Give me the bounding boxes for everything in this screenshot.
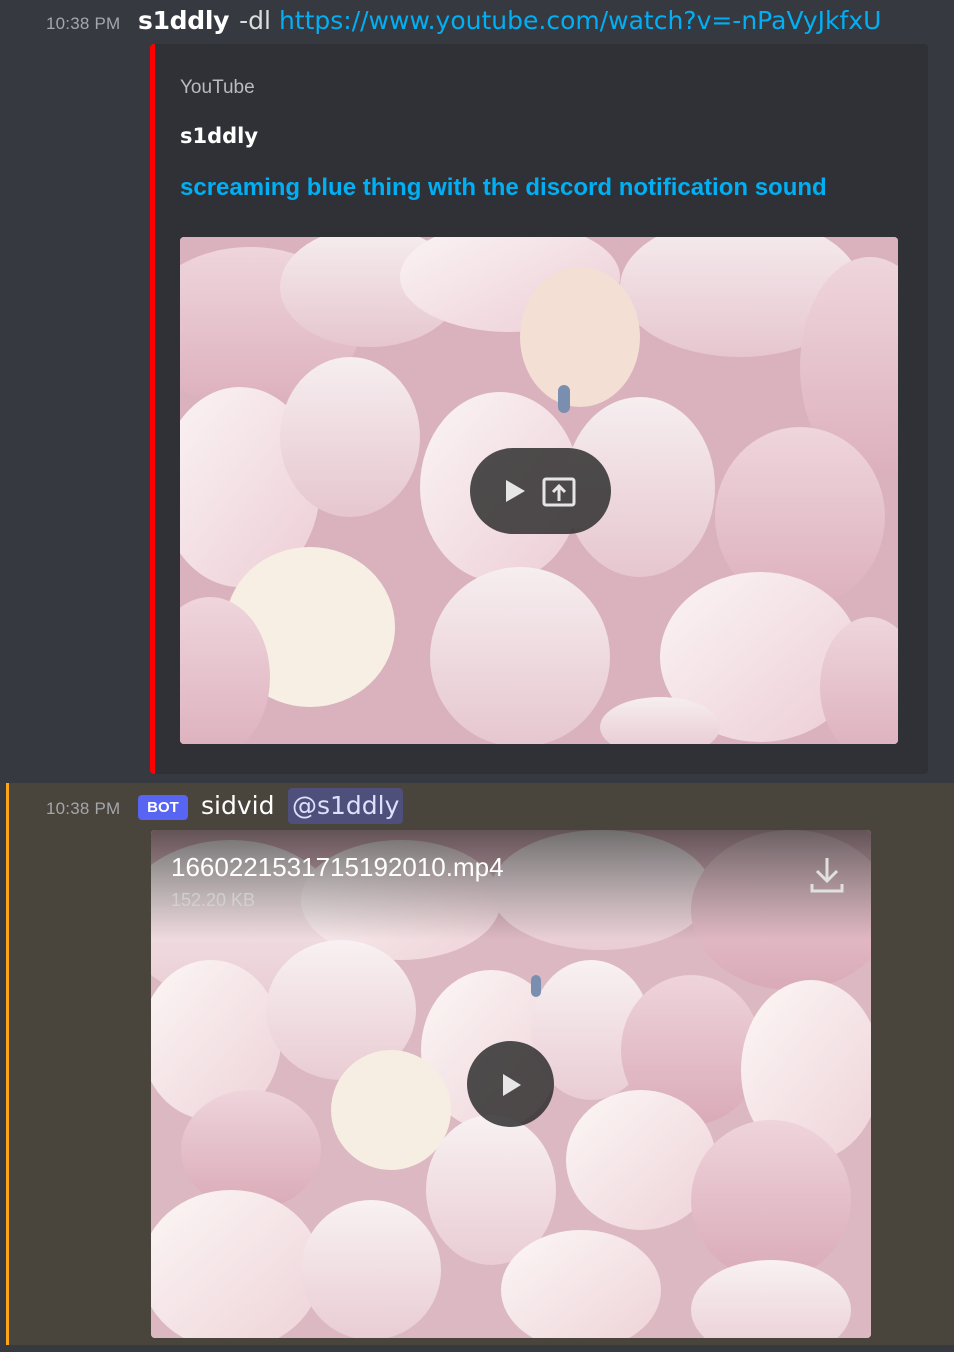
open-external-icon[interactable] [542, 477, 576, 507]
play-icon[interactable] [502, 477, 528, 505]
message-author[interactable]: s1ddly [138, 6, 229, 35]
user-mention[interactable]: @s1ddly [288, 788, 404, 824]
bot-tag: BOT [138, 795, 188, 820]
attachment-filename[interactable]: 1660221531715192010.mp4 [171, 852, 504, 883]
message-1: 10:38 PM s1ddly -dl https://www.youtube.c… [0, 0, 954, 783]
embed-video-thumbnail[interactable] [180, 237, 898, 744]
play-icon[interactable] [499, 1072, 525, 1098]
message-timestamp: 10:38 PM [46, 799, 121, 818]
message-2-mentioned: 10:38 PM BOT sidvid @s1ddly 166022153171… [6, 783, 954, 1345]
download-icon[interactable] [807, 852, 847, 896]
attachment-filesize: 152.20 KB [171, 890, 256, 910]
message-command: -dl [239, 6, 271, 35]
embed-provider: YouTube [180, 77, 255, 98]
youtube-link[interactable]: https://www.youtube.com/watch?v=-nPaVyJk… [279, 6, 881, 35]
message-author[interactable]: sidvid [201, 791, 274, 820]
attachment-header-shade [151, 830, 871, 940]
video-attachment[interactable]: 1660221531715192010.mp4 152.20 KB [151, 830, 871, 1338]
youtube-embed: YouTube s1ddly screaming blue thing with… [150, 44, 928, 774]
video-controls-pill [470, 448, 611, 534]
message-timestamp: 10:38 PM [46, 14, 121, 33]
message-header: s1ddly -dl https://www.youtube.com/watch?… [138, 6, 881, 35]
embed-title[interactable]: screaming blue thing with the discord no… [180, 174, 827, 202]
embed-author[interactable]: s1ddly [180, 124, 258, 148]
